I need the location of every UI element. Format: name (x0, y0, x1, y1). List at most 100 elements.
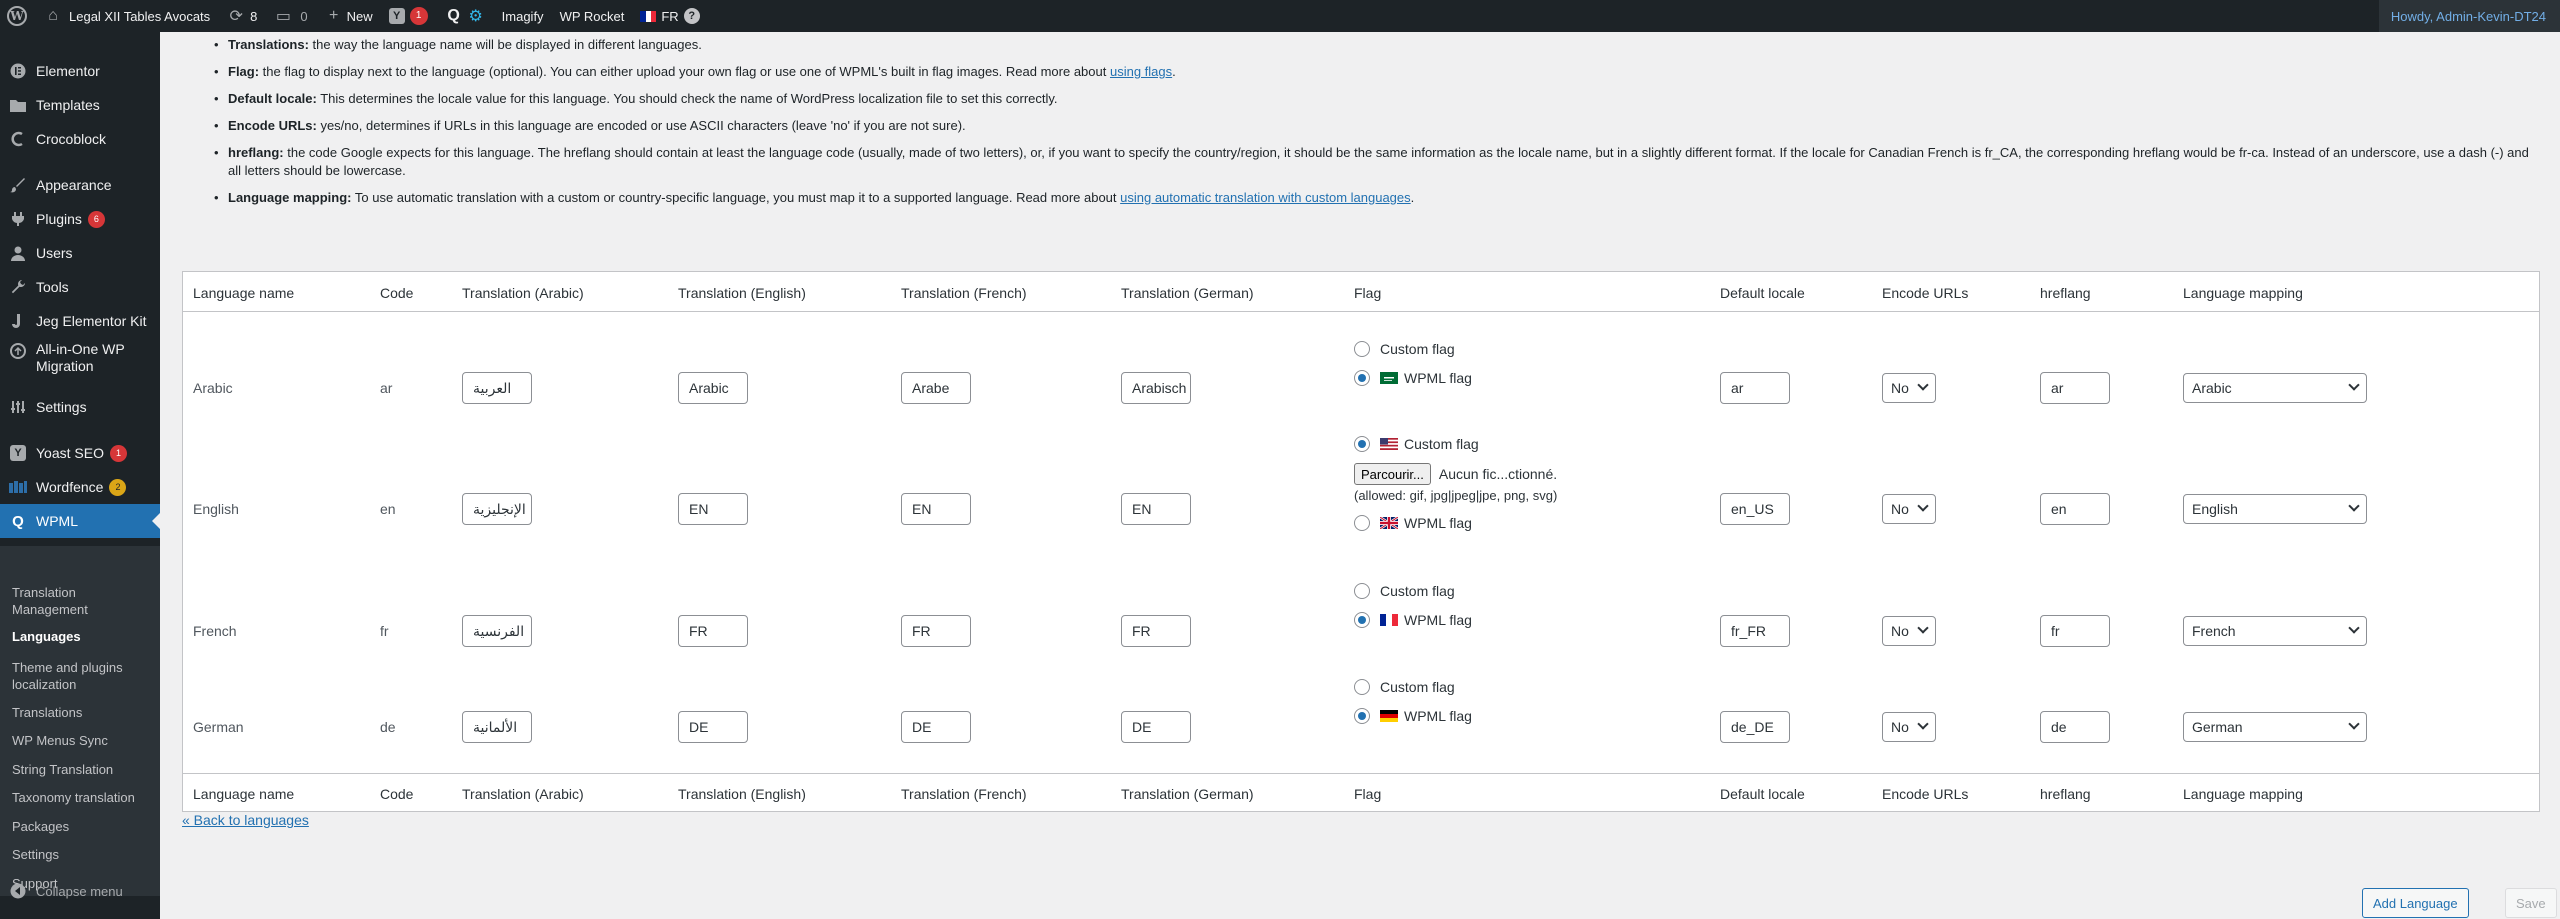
main-content: • Translations: the way the language nam… (160, 32, 2560, 919)
default-locale-input[interactable]: fr_FR (1720, 615, 1790, 647)
legend-language-mapping: • Language mapping: To use automatic tra… (214, 190, 1415, 205)
translation-german-input[interactable]: Arabisch (1121, 372, 1191, 404)
hreflang-input[interactable]: fr (2040, 615, 2110, 647)
wp-logo-menu[interactable]: W (0, 0, 35, 32)
wpml-q-icon: Q (447, 7, 460, 24)
translation-french-input[interactable]: DE (901, 711, 971, 743)
wpml-flag-radio[interactable] (1354, 612, 1370, 628)
translation-french-input[interactable]: Arabe (901, 372, 971, 404)
folder-icon (8, 95, 28, 115)
translation-english-input[interactable]: FR (678, 615, 748, 647)
sidebar-item-tools[interactable]: Tools (0, 270, 160, 304)
wpml-flag-radio[interactable] (1354, 370, 1370, 386)
hreflang-input[interactable]: en (2040, 493, 2110, 525)
custom-flag-option[interactable]: Custom flag (1354, 341, 1455, 357)
crocoblock-icon (8, 129, 28, 149)
sidebar-item-plugins[interactable]: Plugins 6 (0, 202, 160, 236)
collapse-menu-button[interactable]: Collapse menu (0, 874, 160, 908)
translation-english-input[interactable]: Arabic (678, 372, 748, 404)
submenu-settings[interactable]: Settings (12, 846, 152, 863)
yoast-badge: 1 (409, 7, 428, 25)
back-to-languages-link[interactable]: « Back to languages (182, 812, 309, 828)
sidebar-item-elementor[interactable]: Elementor (0, 54, 160, 88)
language-mapping-select[interactable]: Arabic (2183, 373, 2367, 403)
translation-arabic-input[interactable]: الإنجليزية (462, 493, 532, 525)
site-name-menu[interactable]: ⌂ Legal XII Tables Avocats (35, 0, 218, 32)
custom-flag-option[interactable]: Custom flag (1354, 436, 1479, 452)
submenu-taxonomy-translation[interactable]: Taxonomy translation (12, 789, 152, 806)
new-content-menu[interactable]: + New (316, 0, 381, 32)
default-locale-input[interactable]: ar (1720, 372, 1790, 404)
users-icon (8, 243, 28, 263)
language-switcher-menu[interactable]: FR ? (632, 0, 707, 32)
automatic-translation-custom-languages-link[interactable]: using automatic translation with custom … (1120, 190, 1411, 205)
my-account-menu[interactable]: Howdy, Admin-Kevin-DT24 (2378, 0, 2560, 32)
submenu-packages[interactable]: Packages (12, 818, 152, 835)
wpml-flag-option[interactable]: WPML flag (1354, 708, 1472, 724)
add-language-button[interactable]: Add Language (2362, 888, 2469, 918)
wpml-adminbar-menu[interactable]: Q ⚙ (436, 0, 494, 32)
language-mapping-select[interactable]: English (2183, 494, 2367, 524)
translation-german-input[interactable]: FR (1121, 615, 1191, 647)
sidebar-item-all-in-one-wp-migration[interactable]: All-in-One WP Migration (0, 338, 160, 378)
wpml-flag-radio[interactable] (1354, 515, 1370, 531)
yoast-menu[interactable]: Y 1 (381, 0, 436, 32)
custom-flag-radio[interactable] (1354, 436, 1370, 452)
translation-german-input[interactable]: DE (1121, 711, 1191, 743)
hreflang-input[interactable]: ar (2040, 372, 2110, 404)
wprocket-menu[interactable]: WP Rocket (552, 0, 633, 32)
custom-flag-radio[interactable] (1354, 583, 1370, 599)
france-flag-icon (640, 10, 657, 22)
encode-urls-select[interactable]: No (1882, 616, 1936, 646)
submenu-wp-menus-sync[interactable]: WP Menus Sync (12, 732, 152, 749)
wpml-flag-option[interactable]: WPML flag (1354, 612, 1472, 628)
custom-flag-option[interactable]: Custom flag (1354, 583, 1455, 599)
translation-french-input[interactable]: FR (901, 615, 971, 647)
wpml-flag-radio[interactable] (1354, 708, 1370, 724)
wpml-flag-option[interactable]: WPML flag (1354, 515, 1472, 531)
translation-english-input[interactable]: DE (678, 711, 748, 743)
using-flags-link[interactable]: using flags (1110, 64, 1172, 79)
translation-english-input[interactable]: EN (678, 493, 748, 525)
sidebar-item-wordfence[interactable]: Wordfence 2 (0, 470, 160, 504)
custom-flag-option[interactable]: Custom flag (1354, 679, 1455, 695)
submenu-string-translation[interactable]: String Translation (12, 761, 152, 778)
sidebar-item-yoast-seo[interactable]: Y Yoast SEO 1 (0, 436, 160, 470)
encode-urls-select[interactable]: No (1882, 712, 1936, 742)
submenu-languages[interactable]: Languages (12, 628, 152, 645)
comments-menu[interactable]: ▭ 0 (265, 0, 315, 32)
default-locale-input[interactable]: de_DE (1720, 711, 1790, 743)
sidebar-item-templates[interactable]: Templates (0, 88, 160, 122)
sidebar-item-wpml[interactable]: Q WPML (0, 504, 160, 538)
browse-file-button[interactable]: Parcourir... (1354, 463, 1431, 485)
custom-flag-radio[interactable] (1354, 679, 1370, 695)
translation-french-input[interactable]: EN (901, 493, 971, 525)
legend-hreflang: • hreflang: the code Google expects for … (214, 145, 2529, 178)
updates-menu[interactable]: ⟳ 8 (218, 0, 265, 32)
encode-urls-select[interactable]: No (1882, 494, 1936, 524)
sidebar-item-jeg-elementor-kit[interactable]: Jeg Elementor Kit (0, 304, 160, 338)
wpml-submenu: Translation Management Languages Theme a… (0, 546, 160, 896)
translation-arabic-input[interactable]: العربية (462, 372, 532, 404)
sidebar-item-settings[interactable]: Settings (0, 390, 160, 424)
sidebar-item-appearance[interactable]: Appearance (0, 168, 160, 202)
imagify-menu[interactable]: Imagify (494, 0, 552, 32)
translation-arabic-input[interactable]: الألمانية (462, 711, 532, 743)
submenu-translations[interactable]: Translations (12, 704, 152, 721)
translation-german-input[interactable]: EN (1121, 493, 1191, 525)
sidebar-item-users[interactable]: Users (0, 236, 160, 270)
submenu-translation-management[interactable]: Translation Management (12, 584, 152, 618)
hreflang-input[interactable]: de (2040, 711, 2110, 743)
translation-arabic-input[interactable]: الفرنسية (462, 615, 532, 647)
custom-flag-radio[interactable] (1354, 341, 1370, 357)
encode-urls-select[interactable]: No (1882, 373, 1936, 403)
language-mapping-select[interactable]: French (2183, 616, 2367, 646)
languages-edit-table: Language name Code Translation (Arabic) … (182, 271, 2540, 812)
language-mapping-select[interactable]: German (2183, 712, 2367, 742)
submenu-theme-plugins-localization[interactable]: Theme and plugins localization (12, 659, 152, 693)
default-locale-input[interactable]: en_US (1720, 493, 1790, 525)
sidebar-item-crocoblock[interactable]: Crocoblock (0, 122, 160, 156)
legend-flag: • Flag: the flag to display next to the … (214, 64, 1176, 79)
wpml-flag-option[interactable]: WPML flag (1354, 370, 1472, 386)
save-button[interactable]: Save (2505, 888, 2557, 918)
